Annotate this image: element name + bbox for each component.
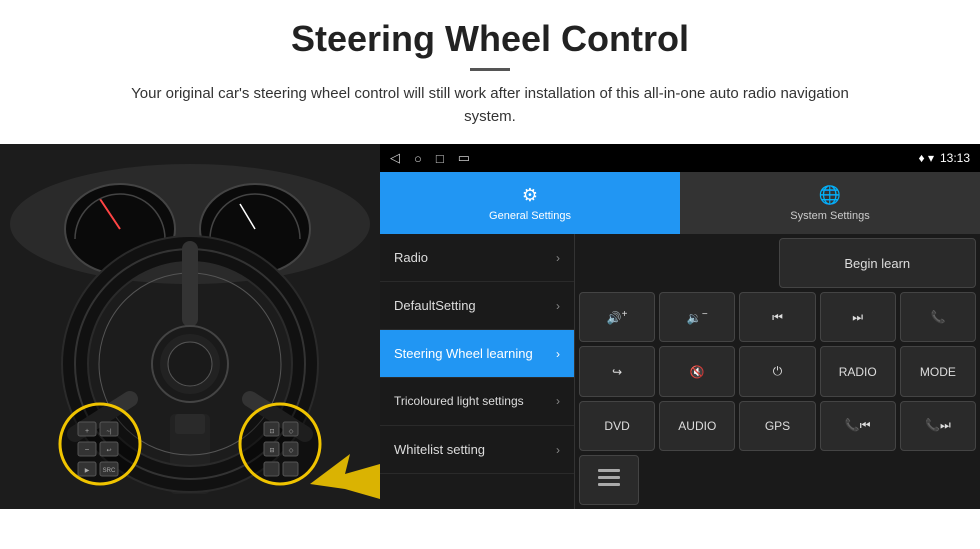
list-button[interactable] (579, 455, 639, 505)
tab-system-settings[interactable]: 🌐 System Settings (680, 172, 980, 234)
vol-down-icon: 🔉− (687, 309, 708, 325)
nav-recent-icon[interactable]: □ (436, 151, 444, 166)
svg-text:~|: ~| (106, 429, 112, 435)
audio-button[interactable]: AUDIO (659, 401, 735, 451)
nav-extra-icon[interactable]: ▭ (458, 150, 470, 166)
status-bar: ◁ ○ □ ▭ ♦ ▾ 13:13 (380, 144, 980, 172)
btn-row-5 (579, 455, 976, 505)
btn-row-2: 🔊+ 🔉− ⏮ ⏭ 📞 (579, 292, 976, 342)
vol-up-button[interactable]: 🔊+ (579, 292, 655, 342)
content-area: Radio › DefaultSetting › Steering Wheel … (380, 234, 980, 509)
phone-icon: 📞 (930, 310, 945, 324)
tab-system-label: System Settings (790, 210, 869, 222)
svg-text:SRC: SRC (103, 468, 116, 474)
radio-button[interactable]: RADIO (820, 346, 896, 396)
menu-list: Radio › DefaultSetting › Steering Wheel … (380, 234, 575, 509)
phone-button[interactable]: 📞 (900, 292, 976, 342)
menu-default-label: DefaultSetting (394, 298, 476, 313)
gps-button[interactable]: GPS (739, 401, 815, 451)
menu-item-radio[interactable]: Radio › (380, 234, 574, 282)
menu-tricoloured-label: Tricoloured light settings (394, 394, 524, 410)
empty-cell (579, 238, 775, 288)
gps-label: GPS (765, 419, 790, 433)
list-icon (598, 469, 620, 490)
menu-steering-label: Steering Wheel learning (394, 346, 533, 361)
radio-label: RADIO (839, 365, 877, 379)
svg-text:⊡: ⊡ (269, 429, 274, 435)
mute-button[interactable]: 🔇 (659, 346, 735, 396)
hang-up-icon: ↩ (612, 365, 622, 379)
mute-icon: 🔇 (690, 365, 705, 379)
svg-text:◇: ◇ (289, 448, 294, 454)
empty-row5 (643, 455, 976, 505)
car-image-area: + ~| − ↩ ▶ SRC ⊡ ◇ ⊟ ◇ (0, 144, 380, 509)
page-subtitle: Your original car's steering wheel contr… (130, 83, 850, 128)
vol-up-icon: 🔊+ (607, 309, 628, 325)
next-track-button[interactable]: ⏭ (820, 292, 896, 342)
tab-bar: ⚙ General Settings 🌐 System Settings (380, 172, 980, 234)
btn-row-3: ↩ 🔇 ⏻ RADIO MODE (579, 346, 976, 396)
tab-general-settings[interactable]: ⚙ General Settings (380, 172, 680, 234)
main-content: + ~| − ↩ ▶ SRC ⊡ ◇ ⊟ ◇ (0, 144, 980, 509)
menu-item-tricoloured[interactable]: Tricoloured light settings › (380, 378, 574, 426)
menu-radio-label: Radio (394, 250, 428, 265)
tel-prev-icon: 📞⏮ (845, 418, 871, 433)
dvd-button[interactable]: DVD (579, 401, 655, 451)
menu-item-default[interactable]: DefaultSetting › (380, 282, 574, 330)
page-header: Steering Wheel Control Your original car… (0, 0, 980, 138)
signal-icon: ♦ ▾ (918, 151, 933, 165)
svg-text:+: + (85, 428, 89, 435)
clock: 13:13 (940, 151, 970, 165)
btn-row-1: Begin learn (579, 238, 976, 288)
menu-item-steering[interactable]: Steering Wheel learning › (380, 330, 574, 378)
menu-arrow-tricoloured: › (556, 394, 560, 410)
svg-text:↩: ↩ (106, 448, 111, 454)
buttons-panel: Begin learn 🔊+ 🔉− ⏮ ⏭ (575, 234, 980, 509)
next-track-icon: ⏭ (852, 310, 863, 325)
nav-home-icon[interactable]: ○ (414, 151, 422, 166)
prev-track-button[interactable]: ⏮ (739, 292, 815, 342)
prev-track-icon: ⏮ (772, 310, 783, 325)
menu-arrow-default: › (556, 299, 560, 313)
page-title: Steering Wheel Control (20, 18, 960, 60)
tel-next-button[interactable]: 📞⏭ (900, 401, 976, 451)
svg-text:−: − (85, 445, 90, 454)
hang-up-button[interactable]: ↩ (579, 346, 655, 396)
svg-text:⊟: ⊟ (269, 448, 274, 454)
power-button[interactable]: ⏻ (739, 346, 815, 396)
mode-label: MODE (920, 365, 956, 379)
btn-row-4: DVD AUDIO GPS 📞⏮ 📞⏭ (579, 401, 976, 451)
dvd-label: DVD (604, 419, 629, 433)
begin-learn-button[interactable]: Begin learn (779, 238, 977, 288)
menu-arrow-radio: › (556, 251, 560, 265)
status-bar-nav: ◁ ○ □ ▭ (390, 150, 470, 166)
tab-general-label: General Settings (489, 210, 571, 222)
svg-text:▶: ▶ (85, 468, 90, 474)
menu-item-whitelist[interactable]: Whitelist setting › (380, 426, 574, 474)
menu-whitelist-label: Whitelist setting (394, 442, 485, 457)
tel-next-icon: 📞⏭ (925, 418, 951, 433)
general-settings-icon: ⚙ (522, 185, 538, 206)
power-icon: ⏻ (773, 364, 783, 379)
status-bar-info: ♦ ▾ 13:13 (918, 151, 970, 165)
system-settings-icon: 🌐 (819, 185, 841, 206)
nav-back-icon[interactable]: ◁ (390, 150, 400, 166)
title-divider (470, 68, 510, 71)
vol-down-button[interactable]: 🔉− (659, 292, 735, 342)
svg-text:◇: ◇ (289, 429, 294, 435)
android-panel: ◁ ○ □ ▭ ♦ ▾ 13:13 ⚙ General Settings 🌐 S… (380, 144, 980, 509)
menu-arrow-steering: › (556, 347, 560, 361)
tel-prev-button[interactable]: 📞⏮ (820, 401, 896, 451)
menu-arrow-whitelist: › (556, 443, 560, 457)
audio-label: AUDIO (678, 419, 716, 433)
mode-button[interactable]: MODE (900, 346, 976, 396)
